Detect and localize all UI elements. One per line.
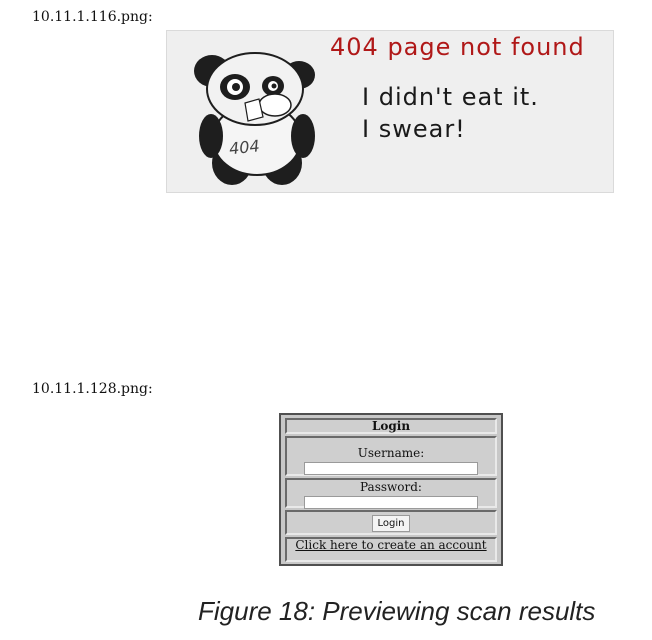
figure-caption: Figure 18: Previewing scan results — [198, 596, 596, 626]
error-message-line-2: I swear! — [362, 115, 466, 143]
page-404-preview: 404 404 page not found I didn't eat it. … — [166, 30, 614, 193]
error-message-line-1: I didn't eat it. — [362, 83, 539, 111]
panda-illustration: 404 — [194, 52, 315, 185]
login-button[interactable]: Login — [371, 515, 411, 532]
create-account-cell: Click here to create an account — [285, 537, 497, 562]
login-title: Login — [285, 418, 497, 434]
error-title: 404 page not found — [330, 33, 585, 61]
username-cell: Username: — [285, 436, 497, 476]
create-account-link[interactable]: Click here to create an account — [287, 539, 495, 551]
password-label: Password: — [360, 480, 422, 494]
login-button-cell: Login — [285, 510, 497, 535]
username-input[interactable] — [304, 462, 478, 475]
login-form-preview: Login Username: Password: Login Click he… — [279, 413, 503, 566]
username-label: Username: — [357, 446, 425, 460]
password-cell: Password: — [285, 478, 497, 509]
screenshot-filename-2: 10.11.1.128.png: — [32, 381, 153, 397]
screenshot-filename-1: 10.11.1.116.png: — [32, 9, 153, 25]
panda-shirt-text: 404 — [228, 136, 260, 158]
password-input[interactable] — [304, 496, 478, 509]
